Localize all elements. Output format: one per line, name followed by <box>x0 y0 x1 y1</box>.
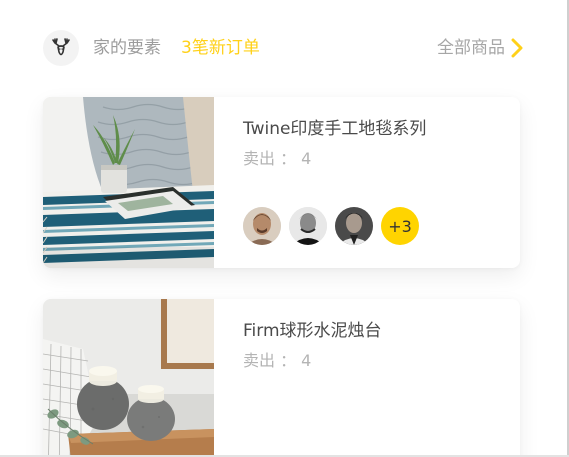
product-card[interactable]: Twine印度手工地毯系列 卖出 ： 4 +3 <box>43 97 520 268</box>
shop-header: 家的要素 3笔新订单 全部商品 <box>43 30 523 66</box>
all-goods-link[interactable]: 全部商品 <box>437 37 523 59</box>
new-orders-link[interactable]: 3笔新订单 <box>181 38 260 58</box>
sold-count: 卖出 ： 4 <box>243 351 312 370</box>
avatar[interactable] <box>243 207 281 245</box>
avatar[interactable] <box>335 207 373 245</box>
product-title: Twine印度手工地毯系列 <box>243 119 427 139</box>
shop-name: 家的要素 <box>93 38 161 58</box>
buyer-avatars: +3 <box>243 207 419 245</box>
sold-count: 卖出 ： 4 <box>243 149 312 168</box>
avatar[interactable] <box>289 207 327 245</box>
product-title: Firm球形水泥烛台 <box>243 321 382 341</box>
more-buyers-badge[interactable]: +3 <box>381 207 419 245</box>
product-card[interactable]: Firm球形水泥烛台 卖出 ： 4 <box>43 299 520 457</box>
rug-with-plant-photo <box>43 97 214 268</box>
page: 家的要素 3笔新订单 全部商品 Twine印度手工地毯系列 卖出 ： 4 +3 … <box>0 0 569 457</box>
deer-antler-icon <box>52 38 70 56</box>
concrete-candle-holder-photo <box>43 299 214 457</box>
all-goods-label: 全部商品 <box>437 38 505 58</box>
shop-logo[interactable] <box>43 30 79 66</box>
chevron-right-icon <box>511 38 523 58</box>
